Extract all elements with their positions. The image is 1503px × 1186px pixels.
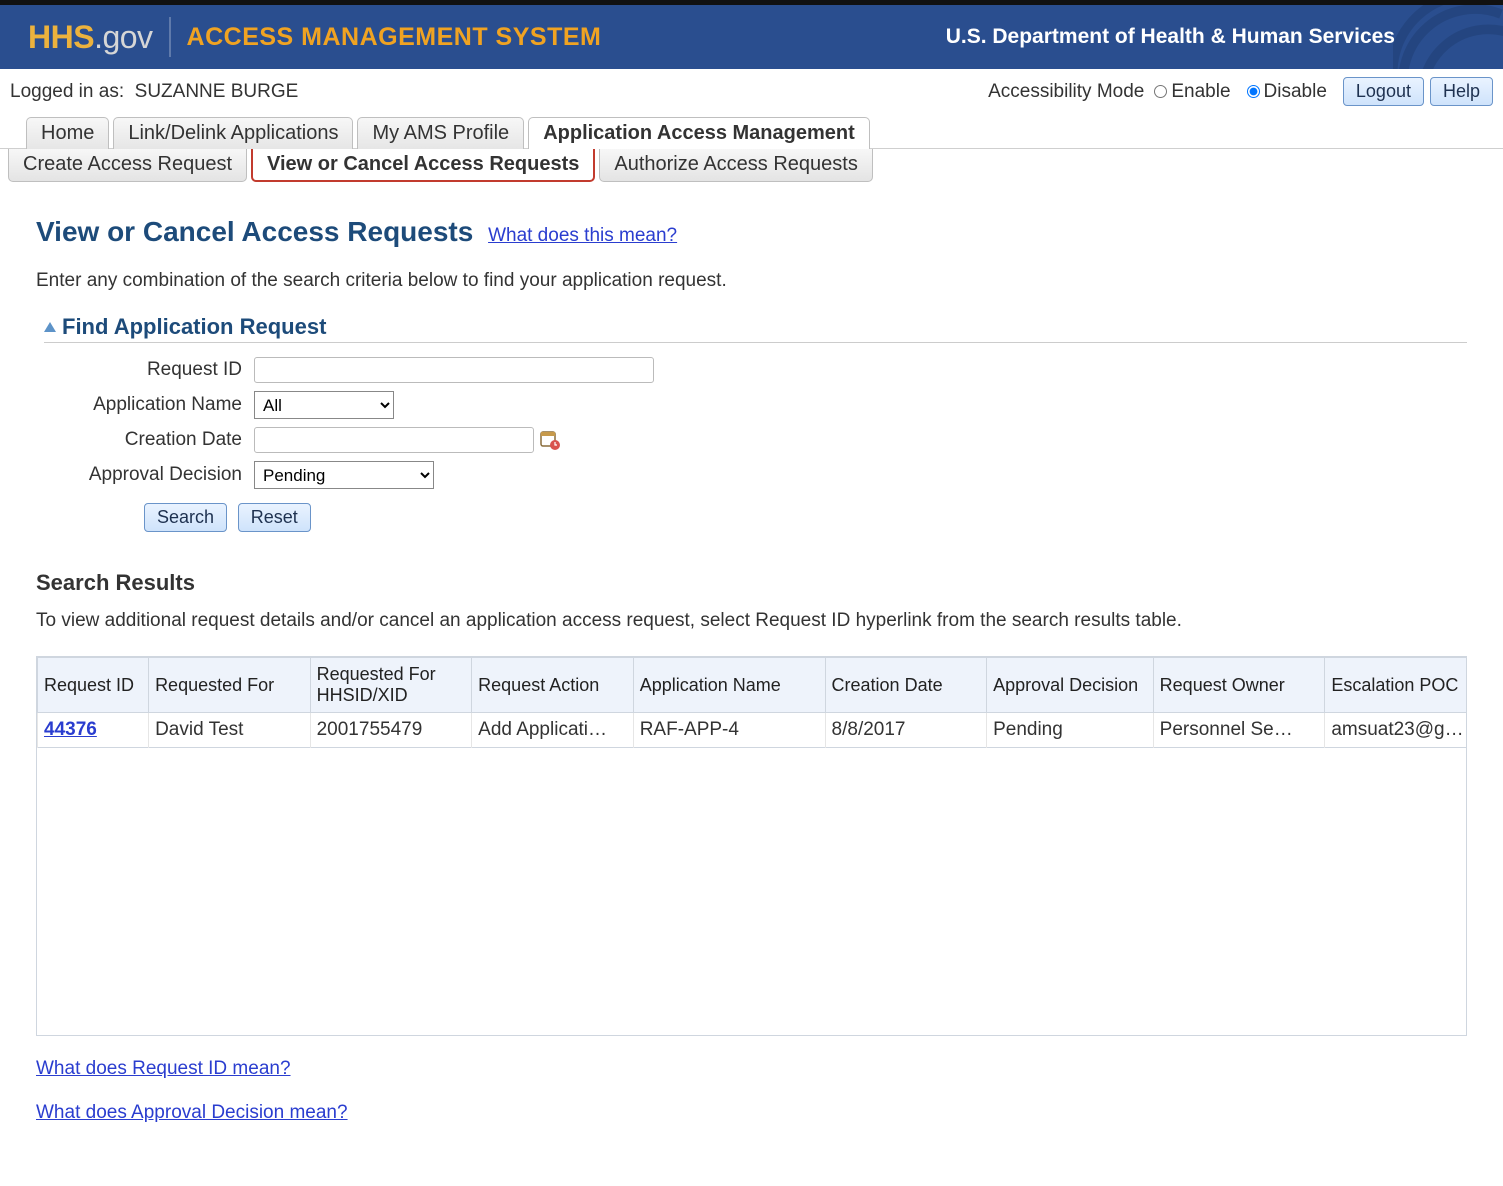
cell-requested-for: David Test — [149, 713, 311, 748]
logout-button[interactable]: Logout — [1343, 77, 1424, 106]
accessibility-label: Accessibility Mode — [988, 81, 1144, 103]
username: SUZANNE BURGE — [135, 81, 299, 102]
accessibility-enable-option[interactable]: Enable — [1148, 81, 1230, 103]
col-request-owner[interactable]: Request Owner — [1153, 658, 1325, 713]
search-button[interactable]: Search — [144, 503, 227, 532]
banner-decoration — [1393, 5, 1503, 69]
calendar-icon[interactable] — [540, 430, 560, 450]
cell-creation-date: 8/8/2017 — [825, 713, 987, 748]
tab-home[interactable]: Home — [26, 117, 109, 149]
accessibility-enable-radio[interactable] — [1154, 85, 1167, 98]
help-button[interactable]: Help — [1430, 77, 1493, 106]
subtab-create-access-request[interactable]: Create Access Request — [8, 149, 247, 182]
application-name-label: Application Name — [44, 394, 254, 416]
search-form: Request ID Application Name All Creation… — [44, 357, 1467, 489]
col-escalation-poc[interactable]: Escalation POC — [1325, 658, 1467, 713]
results-table-container: Request ID Requested For Requested For H… — [36, 656, 1467, 1036]
col-hhsid[interactable]: Requested For HHSID/XID — [310, 658, 472, 713]
disable-label: Disable — [1264, 81, 1327, 103]
collapse-triangle-icon — [44, 322, 56, 332]
user-bar: Logged in as: SUZANNE BURGE Accessibilit… — [0, 69, 1503, 114]
logged-prefix: Logged in as: — [10, 81, 124, 102]
results-instructions: To view additional request details and/o… — [36, 610, 1467, 632]
col-request-action[interactable]: Request Action — [472, 658, 634, 713]
logged-in-text: Logged in as: SUZANNE BURGE — [10, 81, 298, 103]
request-id-input[interactable] — [254, 357, 654, 383]
col-request-id[interactable]: Request ID — [38, 658, 149, 713]
cell-owner: Personnel Se… — [1153, 713, 1325, 748]
cell-request-action: Add Applicati… — [472, 713, 634, 748]
table-row: 44376 David Test 2001755479 Add Applicat… — [38, 713, 1468, 748]
find-panel-title: Find Application Request — [62, 314, 326, 340]
approval-decision-select[interactable]: Pending — [254, 461, 434, 489]
logo-gov: .gov — [94, 19, 152, 56]
help-link-request-id[interactable]: What does Request ID mean? — [36, 1058, 1467, 1080]
tab-my-ams-profile[interactable]: My AMS Profile — [357, 117, 524, 149]
cell-hhsid: 2001755479 — [310, 713, 472, 748]
page-help-link[interactable]: What does this mean? — [488, 225, 677, 246]
cell-approval: Pending — [987, 713, 1154, 748]
cell-escalation: amsuat23@g… — [1325, 713, 1467, 748]
tab-link-delink[interactable]: Link/Delink Applications — [113, 117, 353, 149]
reset-button[interactable]: Reset — [238, 503, 311, 532]
application-name-select[interactable]: All — [254, 391, 394, 419]
creation-date-input[interactable] — [254, 427, 534, 453]
request-id-label: Request ID — [44, 359, 254, 381]
logo-main: HHS — [28, 19, 94, 56]
results-table: Request ID Requested For Requested For H… — [37, 657, 1467, 748]
logo-divider — [169, 17, 171, 57]
tab-application-access-management[interactable]: Application Access Management — [528, 117, 870, 149]
subtab-authorize[interactable]: Authorize Access Requests — [599, 149, 872, 182]
footer-help-links: What does Request ID mean? What does App… — [36, 1058, 1467, 1124]
cell-application-name: RAF-APP-4 — [633, 713, 825, 748]
table-header-row: Request ID Requested For Requested For H… — [38, 658, 1468, 713]
enable-label: Enable — [1171, 81, 1230, 103]
primary-tabs: Home Link/Delink Applications My AMS Pro… — [0, 116, 1503, 148]
results-title: Search Results — [36, 570, 1467, 596]
creation-date-label: Creation Date — [44, 429, 254, 451]
main-content: View or Cancel Access Requests What does… — [0, 182, 1503, 1170]
page-instructions: Enter any combination of the search crit… — [36, 270, 1467, 292]
col-approval-decision[interactable]: Approval Decision — [987, 658, 1154, 713]
find-panel-header[interactable]: Find Application Request — [44, 314, 1467, 343]
help-link-approval-decision[interactable]: What does Approval Decision mean? — [36, 1102, 1467, 1124]
subtab-view-or-cancel[interactable]: View or Cancel Access Requests — [251, 149, 595, 182]
form-buttons: Search Reset — [144, 503, 1467, 532]
col-application-name[interactable]: Application Name — [633, 658, 825, 713]
banner: HHS.gov ACCESS MANAGEMENT SYSTEM U.S. De… — [0, 5, 1503, 69]
col-creation-date[interactable]: Creation Date — [825, 658, 987, 713]
secondary-tabs: Create Access Request View or Cancel Acc… — [0, 148, 1503, 182]
hhs-logo: HHS.gov — [28, 19, 153, 56]
approval-decision-label: Approval Decision — [44, 464, 254, 486]
col-requested-for[interactable]: Requested For — [149, 658, 311, 713]
request-id-link[interactable]: 44376 — [44, 719, 97, 740]
accessibility-disable-option[interactable]: Disable — [1241, 81, 1327, 103]
page-title: View or Cancel Access Requests — [36, 216, 473, 248]
accessibility-disable-radio[interactable] — [1247, 85, 1260, 98]
department-name: U.S. Department of Health & Human Servic… — [946, 25, 1395, 49]
system-title: ACCESS MANAGEMENT SYSTEM — [187, 23, 602, 52]
